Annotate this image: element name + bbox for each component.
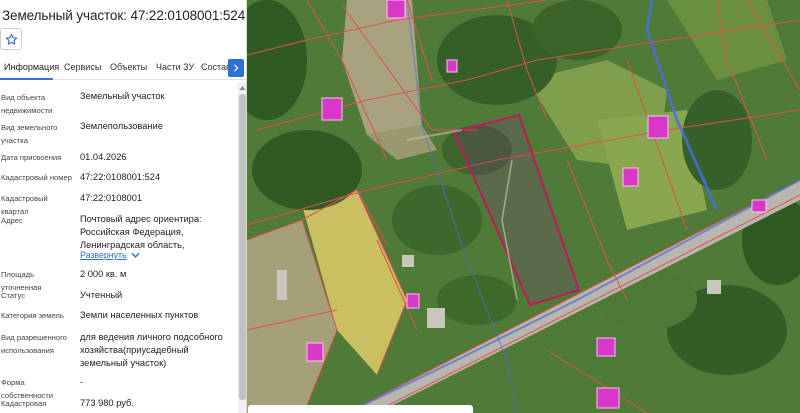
value-permitted-use: для ведения личного подсобного хозяйства… — [80, 332, 223, 368]
building — [306, 342, 324, 362]
attribute-list: Вид объекта недвижимости Земельный участ… — [0, 82, 238, 413]
label-land-category: Категория земель — [1, 311, 64, 320]
label-cadastral-value: Кадастровая — [1, 399, 47, 408]
tab-composition[interactable]: Состав — [201, 62, 231, 72]
panel-scrollbar[interactable] — [238, 82, 247, 413]
label-permitted-use: Вид разрешенного использования — [1, 333, 67, 355]
map-bottom-card — [248, 405, 473, 413]
tab-information[interactable]: Информация — [4, 62, 59, 72]
label-land-type: Вид земельного участка — [1, 123, 58, 145]
value-land-category: Земли населенных пунктов — [80, 310, 199, 320]
scroll-up-arrow-icon[interactable] — [238, 84, 247, 92]
label-status: Статус — [1, 291, 26, 300]
label-address: Адрес — [1, 216, 23, 225]
info-panel: Земельный участок: 47:22:0108001:524 Инф… — [0, 0, 247, 413]
building — [596, 337, 616, 357]
label-object-type: Вид объекта недвижимости — [1, 93, 53, 115]
page-title: Земельный участок: 47:22:0108001:524 — [2, 8, 246, 23]
tab-objects[interactable]: Объекты — [110, 62, 147, 72]
value-assign-date: 01.04.2026 — [80, 152, 127, 162]
value-address: Почтовый адрес ориентира: Российская Фед… — [80, 214, 202, 250]
expand-address-link[interactable]: Развернуть — [80, 250, 140, 260]
building — [751, 199, 767, 213]
value-object-type: Земельный участок — [80, 91, 165, 101]
value-land-type: Землепользование — [80, 121, 163, 131]
star-icon — [5, 33, 17, 45]
value-area: 2 000 кв. м — [80, 269, 127, 279]
scrollbar-thumb[interactable] — [239, 94, 246, 400]
value-ownership: - — [80, 377, 84, 387]
building — [622, 167, 639, 187]
value-cadastral-value: 773 980 руб. — [80, 398, 134, 408]
building — [406, 293, 420, 309]
building — [596, 387, 620, 409]
value-status: Учтенный — [80, 290, 123, 300]
value-cadastral-quarter: 47:22:0108001 — [80, 193, 143, 203]
building — [386, 0, 406, 19]
chevron-down-icon — [131, 252, 140, 259]
satellite-map[interactable] — [247, 0, 800, 413]
label-assign-date: Дата присвоения — [1, 153, 62, 162]
value-cadastral-number: 47:22:0108001:524 — [80, 172, 161, 182]
chevron-right-icon — [233, 64, 239, 72]
active-tab-indicator — [0, 78, 53, 80]
expand-label: Развернуть — [80, 250, 127, 260]
building — [321, 97, 343, 121]
favorite-button[interactable] — [0, 28, 22, 50]
tab-bar: Информация Сервисы Объекты Части ЗУ Сост… — [0, 56, 246, 80]
building — [647, 115, 669, 139]
tabs-next-button[interactable] — [228, 59, 244, 77]
map-view[interactable] — [247, 0, 800, 413]
tab-services[interactable]: Сервисы — [64, 62, 101, 72]
label-cadastral-number: Кадастровый номер — [1, 173, 72, 182]
building — [446, 59, 458, 73]
tab-parts[interactable]: Части ЗУ — [156, 62, 194, 72]
